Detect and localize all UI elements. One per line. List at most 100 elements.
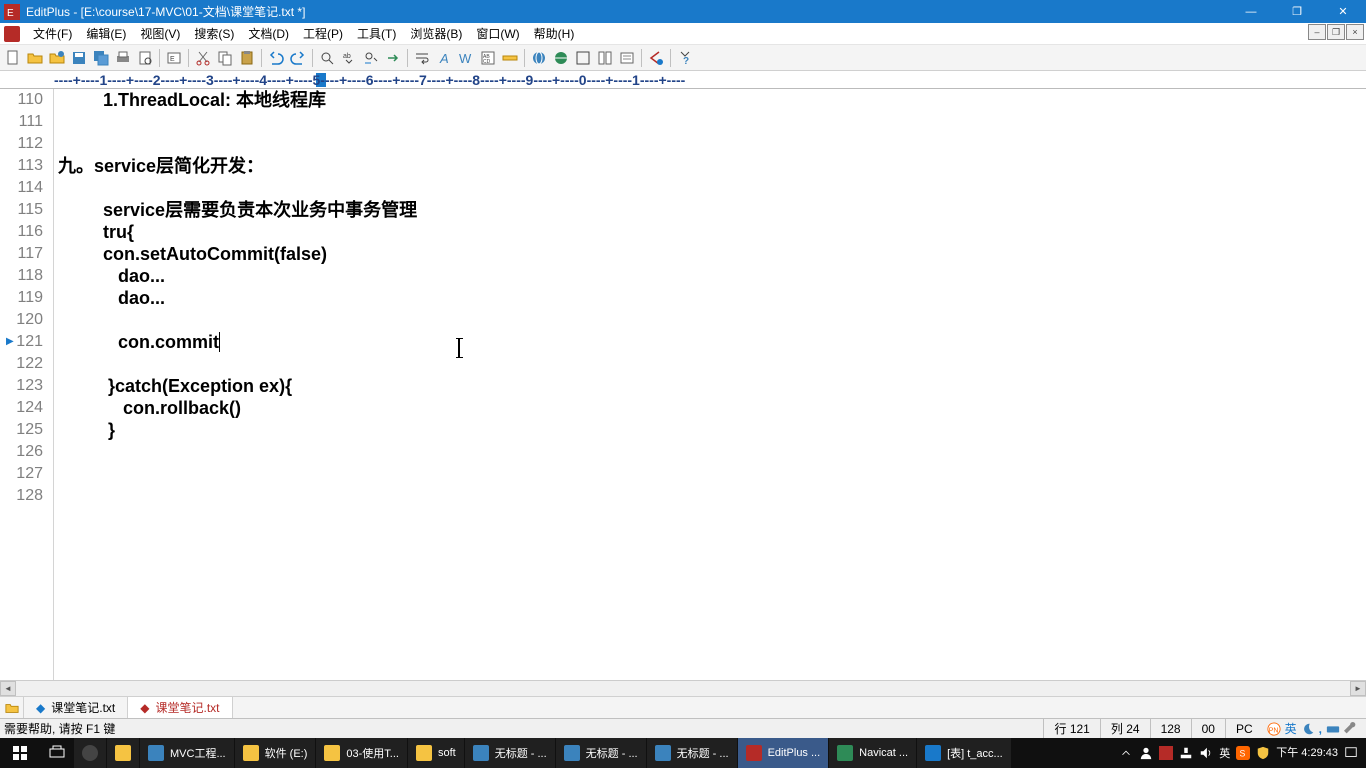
ruler-marks: ----+----1----+----2----+----3----+----4… xyxy=(54,72,1362,88)
run-button[interactable] xyxy=(645,47,667,69)
tray-network-icon[interactable] xyxy=(1179,746,1193,760)
status-keyboard-icon[interactable] xyxy=(1326,722,1340,736)
print-preview-button[interactable] xyxy=(134,47,156,69)
taskbar-item-icon xyxy=(655,745,671,761)
line-number: 128 xyxy=(0,485,43,507)
copy-button[interactable] xyxy=(214,47,236,69)
paste-button[interactable] xyxy=(236,47,258,69)
taskbar-item[interactable]: EditPlus ... xyxy=(738,738,829,768)
tray-clock[interactable]: 下午 4:29:43 xyxy=(1276,747,1338,759)
replace-button[interactable]: ab xyxy=(338,47,360,69)
word-button[interactable]: W xyxy=(455,47,477,69)
menu-item[interactable]: 帮助(H) xyxy=(527,25,582,43)
columns-button[interactable] xyxy=(594,47,616,69)
menu-item[interactable]: 编辑(E) xyxy=(79,25,133,43)
line-number-button[interactable]: ABCD xyxy=(477,47,499,69)
taskbar-item-label: 03-使用T... xyxy=(346,745,399,761)
tray-shield-icon[interactable] xyxy=(1256,746,1270,760)
settings-button[interactable] xyxy=(616,47,638,69)
taskbar-item[interactable]: soft xyxy=(408,738,464,768)
save-button[interactable] xyxy=(68,47,90,69)
tray-up-icon[interactable] xyxy=(1119,746,1133,760)
italic-button[interactable]: A xyxy=(433,47,455,69)
goto-button[interactable] xyxy=(382,47,404,69)
start-button[interactable] xyxy=(0,738,40,768)
open-remote-button[interactable] xyxy=(46,47,68,69)
h-scrollbar[interactable]: ◄ ► xyxy=(0,680,1366,696)
browser2-button[interactable] xyxy=(550,47,572,69)
fullscreen-button[interactable] xyxy=(572,47,594,69)
taskbar-item[interactable]: [表] t_acc... xyxy=(917,738,1011,768)
taskbar-item[interactable]: 03-使用T... xyxy=(316,738,407,768)
save-all-button[interactable] xyxy=(90,47,112,69)
line-number: 120 xyxy=(0,309,43,331)
ruler: ----+----1----+----2----+----3----+----4… xyxy=(0,71,1366,89)
cut-button[interactable] xyxy=(192,47,214,69)
hex-button[interactable]: E xyxy=(163,47,185,69)
mdi-close-button[interactable]: × xyxy=(1346,24,1364,40)
line-number: 115 xyxy=(0,199,43,221)
taskbar-item[interactable]: 无标题 - ... xyxy=(465,738,555,768)
menu-item[interactable]: 文件(F) xyxy=(26,25,79,43)
ruler-button[interactable] xyxy=(499,47,521,69)
svg-text:A: A xyxy=(439,51,449,66)
maximize-button[interactable]: ❐ xyxy=(1274,0,1320,23)
find-next-button[interactable] xyxy=(360,47,382,69)
open-file-button[interactable] xyxy=(24,47,46,69)
code-line xyxy=(58,177,1366,199)
taskbar-item[interactable]: 无标题 - ... xyxy=(556,738,646,768)
taskbar-item[interactable]: 软件 (E:) xyxy=(235,738,316,768)
tray-ime-label[interactable]: 英 xyxy=(1219,745,1230,761)
document-tab[interactable]: ◆课堂笔记.txt xyxy=(24,697,128,718)
taskbar-item[interactable] xyxy=(107,738,139,768)
taskbar-item[interactable]: Navicat ... xyxy=(829,738,916,768)
code-line: service层需要负责本次业务中事务管理 xyxy=(58,199,1366,221)
scroll-right-button[interactable]: ► xyxy=(1350,681,1366,696)
mdi-restore-button[interactable]: ❐ xyxy=(1327,24,1345,40)
status-pn-icon[interactable]: PN xyxy=(1267,722,1281,736)
tray-notifications-icon[interactable] xyxy=(1344,746,1358,760)
menu-item[interactable]: 搜索(S) xyxy=(187,25,241,43)
tray-volume-icon[interactable] xyxy=(1199,746,1213,760)
line-number: 113 xyxy=(0,155,43,177)
window-title: EditPlus - [E:\course\17-MVC\01-文档\课堂笔记.… xyxy=(26,3,1228,20)
taskbar-item[interactable]: 无标题 - ... xyxy=(647,738,737,768)
undo-button[interactable] xyxy=(265,47,287,69)
mdi-minimize-button[interactable]: – xyxy=(1308,24,1326,40)
tray-sogou-icon[interactable]: S xyxy=(1236,746,1250,760)
app-icon: E xyxy=(4,4,20,20)
scroll-left-button[interactable]: ◄ xyxy=(0,681,16,696)
wordwrap-button[interactable] xyxy=(411,47,433,69)
tab-label: 课堂笔记.txt xyxy=(51,699,115,716)
help-button[interactable]: ? xyxy=(674,47,696,69)
status-moon-icon[interactable] xyxy=(1301,722,1315,736)
directory-button[interactable] xyxy=(0,697,24,718)
tab-label: 课堂笔记.txt xyxy=(155,699,219,716)
menu-item[interactable]: 文档(D) xyxy=(241,25,296,43)
line-number: 119 xyxy=(0,287,43,309)
tray-people-icon[interactable] xyxy=(1139,746,1153,760)
find-button[interactable] xyxy=(316,47,338,69)
menu-item[interactable]: 浏览器(B) xyxy=(403,25,469,43)
tray-fz-icon[interactable] xyxy=(1159,746,1173,760)
status-message: 需要帮助, 请按 F1 键 xyxy=(4,720,1043,737)
menu-item[interactable]: 视图(V) xyxy=(133,25,187,43)
taskbar-item-label: soft xyxy=(438,747,456,759)
status-ime-label[interactable]: 英 xyxy=(1285,720,1297,737)
minimize-button[interactable]: — xyxy=(1228,0,1274,23)
taskview-button[interactable] xyxy=(40,738,74,768)
menu-item[interactable]: 工具(T) xyxy=(350,25,403,43)
menu-item[interactable]: 工程(P) xyxy=(296,25,350,43)
line-number: 127 xyxy=(0,463,43,485)
status-tool-icon[interactable] xyxy=(1344,722,1358,736)
browser-button[interactable] xyxy=(528,47,550,69)
redo-button[interactable] xyxy=(287,47,309,69)
close-button[interactable]: ✕ xyxy=(1320,0,1366,23)
code-editor[interactable]: 1.ThreadLocal: 本地线程库 九。service层简化开发： ser… xyxy=(54,89,1366,680)
menu-item[interactable]: 窗口(W) xyxy=(469,25,526,43)
taskbar-item[interactable] xyxy=(74,738,106,768)
new-file-button[interactable] xyxy=(2,47,24,69)
print-button[interactable] xyxy=(112,47,134,69)
taskbar-item[interactable]: MVC工程... xyxy=(140,738,234,768)
document-tab[interactable]: ◆课堂笔记.txt xyxy=(128,697,232,718)
